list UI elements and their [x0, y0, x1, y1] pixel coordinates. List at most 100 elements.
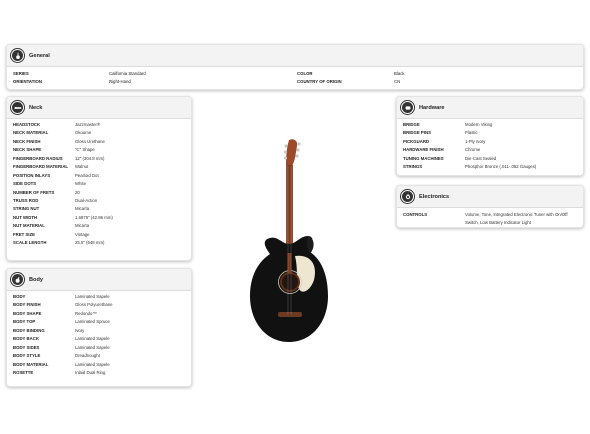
spec-value: Inlaid Dual Ring: [75, 369, 106, 375]
spec-key: POSITION INLAYS: [13, 172, 51, 178]
spec-row: FINGERBOARD MATERIAL Walnut: [7, 163, 191, 171]
spec-value: California Standard: [109, 71, 146, 76]
spec-row: HARDWARE FINISH Chrome: [397, 146, 583, 154]
spec-row: TRUSS ROD Dual-Action: [7, 197, 191, 205]
guitar-product-image: [250, 139, 328, 342]
spec-value: Phosphor Bronze (.011-.052 Gauges): [465, 164, 537, 170]
spec-key: TUNING MACHINES: [403, 155, 444, 161]
neck-header: Neck: [7, 97, 191, 119]
spec-row: PICKGUARD 1-Ply Ivory: [397, 138, 583, 146]
bridge: [278, 312, 302, 317]
spec-key: NECK FINISH: [13, 138, 41, 144]
spec-key: ROSETTE: [13, 369, 34, 375]
spec-key: BODY TOP: [13, 319, 36, 325]
spec-value: Plastic: [465, 130, 478, 136]
spec-row: NECK MATERIAL Okoume: [7, 129, 191, 137]
spec-key: SCALE LENGTH: [13, 240, 47, 246]
spec-value: Vintage: [75, 231, 90, 237]
spec-row: ORIENTATION Right-Hand COUNTRY OF ORIGIN…: [7, 78, 583, 86]
spec-key: ORIENTATION: [13, 79, 42, 84]
general-title: General: [29, 52, 50, 59]
spec-value: Modern Viking: [465, 122, 493, 127]
spec-value: Black: [394, 71, 405, 76]
spec-row: BODY BINDING Ivory: [7, 327, 191, 335]
spec-row: SCALE LENGTH 25.5" (648 mm): [7, 239, 191, 247]
spec-value: Volume, Tone, Integrated Electronic Tune…: [465, 212, 568, 225]
guitar-icon: [11, 49, 24, 62]
spec-key: COLOR: [297, 71, 313, 76]
spec-key: BODY: [13, 294, 26, 299]
spec-row: NUT MATERIAL Micarta: [7, 222, 191, 230]
body-header: Body: [7, 269, 191, 291]
spec-value: White: [75, 181, 86, 187]
spec-key: BODY FINISH: [13, 302, 41, 308]
spec-value: 12" (304.8 mm): [75, 155, 105, 161]
spec-key: BRIDGE: [403, 122, 420, 127]
spec-key: NUT WIDTH: [13, 214, 38, 220]
spec-row: BRIDGE Modern Viking: [397, 121, 583, 129]
spec-value: Walnut: [75, 164, 89, 170]
body-icon: [11, 273, 24, 286]
spec-value: Okoume: [75, 130, 92, 136]
spec-value: 1.6875" (42.86 mm): [75, 214, 113, 220]
spec-value: Dreadnought: [75, 353, 100, 359]
spec-key: STRINGS: [403, 164, 423, 170]
electronics-icon: [401, 190, 414, 203]
spec-key: COUNTRY OF ORIGIN: [297, 79, 342, 84]
spec-row: BODY STYLE Dreadnought: [7, 352, 191, 360]
spec-value: Redondo™: [75, 310, 97, 316]
spec-key: HARDWARE FINISH: [403, 147, 444, 153]
body-title: Body: [29, 276, 43, 283]
spec-value: 1-Ply Ivory: [465, 138, 486, 144]
spec-row: BRIDGE PINS Plastic: [397, 129, 583, 137]
spec-value: Laminated Sapele: [75, 294, 110, 299]
spec-key: BODY BACK: [13, 336, 39, 342]
spec-value: Right-Hand: [109, 79, 131, 84]
spec-value: Chrome: [465, 147, 481, 153]
spec-row: BODY FINISH Gloss Polyurethane: [7, 301, 191, 309]
spec-value: Laminated Sapele: [75, 361, 110, 367]
spec-value: 25.5" (648 mm): [75, 240, 105, 246]
general-card: General SERIES California Standard COLOR…: [6, 44, 584, 90]
spec-row: STRING NUT Micarta: [7, 205, 191, 213]
spec-value: Micarta: [75, 223, 90, 229]
spec-row: BODY SHAPE Redondo™: [7, 310, 191, 318]
spec-key: SERIES: [13, 71, 29, 76]
spec-value: Micarta: [75, 206, 90, 212]
spec-row: SIDE DOTS White: [7, 180, 191, 188]
spec-row: POSITION INLAYS Pearloid Dot: [7, 172, 191, 180]
electronics-card: Electronics CONTROLS Volume, Tone, Integr…: [396, 185, 584, 228]
spec-value: Gloss Polyurethane: [75, 302, 113, 308]
spec-row: BODY BACK Laminated Sapele: [7, 335, 191, 343]
spec-row: NUT WIDTH 1.6875" (42.86 mm): [7, 214, 191, 222]
spec-key: BODY STYLE: [13, 353, 41, 359]
spec-key: BODY SIDES: [13, 344, 40, 350]
spec-value: Ivory: [75, 327, 85, 333]
spec-key: FRET SIZE: [13, 231, 35, 237]
hardware-icon: [401, 101, 414, 114]
spec-key: FINGERBOARD MATERIAL: [13, 164, 69, 170]
spec-key: TRUSS ROD: [13, 197, 39, 203]
spec-row: HEADSTOCK Jazzmaster®: [7, 121, 191, 129]
spec-key: NECK MATERIAL: [13, 130, 49, 136]
spec-key: BRIDGE PINS: [403, 130, 431, 136]
neck-card: Neck HEADSTOCK Jazzmaster® NECK MATERIAL O…: [6, 96, 192, 261]
spec-row: NUMBER OF FRETS 20: [7, 189, 191, 197]
spec-key: BODY BINDING: [13, 327, 45, 333]
spec-row: BODY SIDES Laminated Sapele: [7, 344, 191, 352]
spec-key: HEADSTOCK: [13, 122, 41, 127]
spec-key: NUT MATERIAL: [13, 223, 45, 229]
spec-value: Laminated Sapele: [75, 336, 110, 342]
spec-key: BODY MATERIAL: [13, 361, 49, 367]
hardware-card: Hardware BRIDGE Modern Viking BRIDGE PINS…: [396, 96, 584, 176]
spec-value: 20: [75, 189, 80, 195]
spec-key: CONTROLS: [403, 212, 428, 217]
spec-value: "C" Shape: [75, 147, 95, 153]
spec-key: NECK SHAPE: [13, 147, 42, 153]
general-header: General: [7, 45, 583, 67]
spec-row: TUNING MACHINES Die-Cast Sealed: [397, 155, 583, 163]
spec-row: ROSETTE Inlaid Dual Ring: [7, 369, 191, 377]
spec-row: CONTROLS Volume, Tone, Integrated Electro…: [397, 211, 583, 226]
hardware-header: Hardware: [397, 97, 583, 119]
spec-row: FINGERBOARD RADIUS 12" (304.8 mm): [7, 155, 191, 163]
